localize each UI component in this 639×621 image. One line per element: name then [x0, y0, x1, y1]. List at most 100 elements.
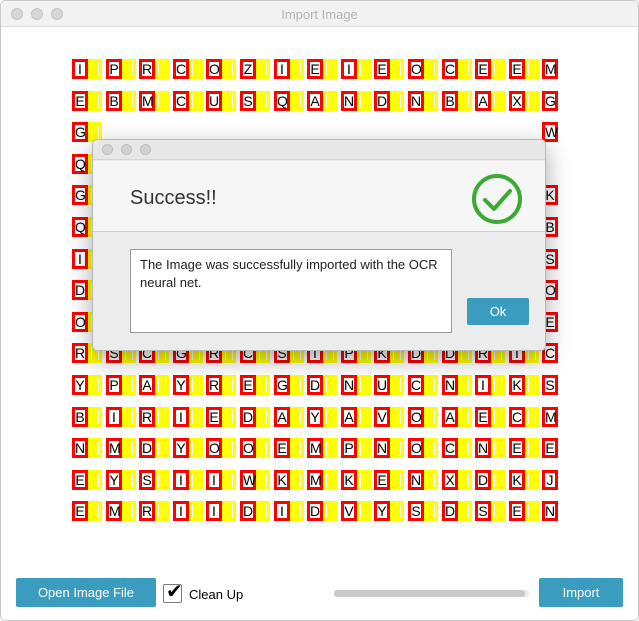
space-box: [229, 59, 236, 79]
space-box: [498, 470, 505, 490]
space-box: [189, 470, 196, 490]
character-box: K: [341, 470, 357, 490]
space-box: [323, 438, 330, 458]
space-box: [491, 407, 498, 427]
character-box: R: [139, 501, 155, 521]
space-box: [491, 91, 498, 111]
character-box: Y: [173, 438, 189, 458]
character-box: P: [106, 375, 122, 395]
space-box: [390, 59, 397, 79]
space-box: [364, 59, 371, 79]
character-box: C: [173, 91, 189, 111]
checkbox-box[interactable]: ✔: [163, 581, 183, 603]
space-box: [95, 470, 102, 490]
character-box: C: [442, 59, 458, 79]
space-box: [88, 501, 95, 521]
space-box: [196, 91, 203, 111]
progress-fill: [334, 590, 526, 597]
character-box: I: [72, 249, 88, 269]
character-box: C: [173, 59, 189, 79]
space-box: [222, 438, 229, 458]
character-box: A: [139, 375, 155, 395]
open-image-file-button[interactable]: Open Image File: [16, 578, 156, 607]
space-box: [263, 470, 270, 490]
character-box: G: [72, 185, 88, 205]
character-box: B: [72, 407, 88, 427]
dialog-close-button[interactable]: [102, 144, 113, 155]
dialog-zoom-button[interactable]: [140, 144, 151, 155]
space-box: [357, 59, 364, 79]
space-box: [458, 59, 465, 79]
space-box: [256, 91, 263, 111]
space-box: [330, 375, 337, 395]
space-box: [95, 59, 102, 79]
space-box: [222, 59, 229, 79]
space-box: [129, 438, 136, 458]
space-box: [297, 501, 304, 521]
space-box: [297, 470, 304, 490]
window-titlebar: Import Image: [1, 1, 638, 27]
character-box: E: [509, 438, 525, 458]
character-box: E: [72, 501, 88, 521]
image-row: BIRIEDAYAVOAECM: [72, 406, 569, 428]
space-box: [88, 375, 95, 395]
space-box: [424, 91, 431, 111]
character-box: O: [408, 407, 424, 427]
space-box: [95, 438, 102, 458]
space-box: [263, 407, 270, 427]
character-box: E: [509, 59, 525, 79]
space-box: [465, 91, 472, 111]
space-box: [364, 407, 371, 427]
space-box: [129, 59, 136, 79]
character-box: O: [240, 438, 256, 458]
character-box: C: [442, 438, 458, 458]
space-box: [390, 407, 397, 427]
character-box: O: [206, 438, 222, 458]
character-box: D: [442, 501, 458, 521]
space-box: [532, 407, 539, 427]
space-box: [330, 59, 337, 79]
space-box: [290, 375, 297, 395]
space-box: [155, 59, 162, 79]
character-box: M: [307, 438, 323, 458]
space-box: [95, 91, 102, 111]
space-box: [323, 91, 330, 111]
space-box: [95, 375, 102, 395]
space-box: [397, 91, 404, 111]
space-box: [290, 438, 297, 458]
space-box: [256, 501, 263, 521]
ok-button[interactable]: Ok: [467, 298, 529, 325]
space-box: [397, 59, 404, 79]
space-box: [397, 470, 404, 490]
space-box: [129, 91, 136, 111]
space-box: [330, 501, 337, 521]
space-box: [357, 470, 364, 490]
window-title: Import Image: [281, 7, 358, 22]
character-box: I: [475, 375, 491, 395]
space-box: [95, 501, 102, 521]
character-box: S: [240, 91, 256, 111]
space-box: [229, 438, 236, 458]
space-box: [465, 407, 472, 427]
space-box: [122, 501, 129, 521]
character-box: B: [106, 91, 122, 111]
space-box: [122, 375, 129, 395]
space-box: [162, 59, 169, 79]
space-box: [323, 470, 330, 490]
space-box: [189, 59, 196, 79]
dialog-minimize-button[interactable]: [121, 144, 132, 155]
character-box: E: [274, 438, 290, 458]
space-box: [424, 375, 431, 395]
space-box: [330, 91, 337, 111]
space-box: [122, 438, 129, 458]
character-box: K: [274, 470, 290, 490]
space-box: [431, 375, 438, 395]
space-box: [196, 470, 203, 490]
character-box: R: [139, 59, 155, 79]
import-button[interactable]: Import: [539, 578, 623, 607]
space-box: [162, 407, 169, 427]
space-box: [88, 470, 95, 490]
space-box: [397, 407, 404, 427]
character-box: V: [341, 501, 357, 521]
character-box: U: [206, 91, 222, 111]
